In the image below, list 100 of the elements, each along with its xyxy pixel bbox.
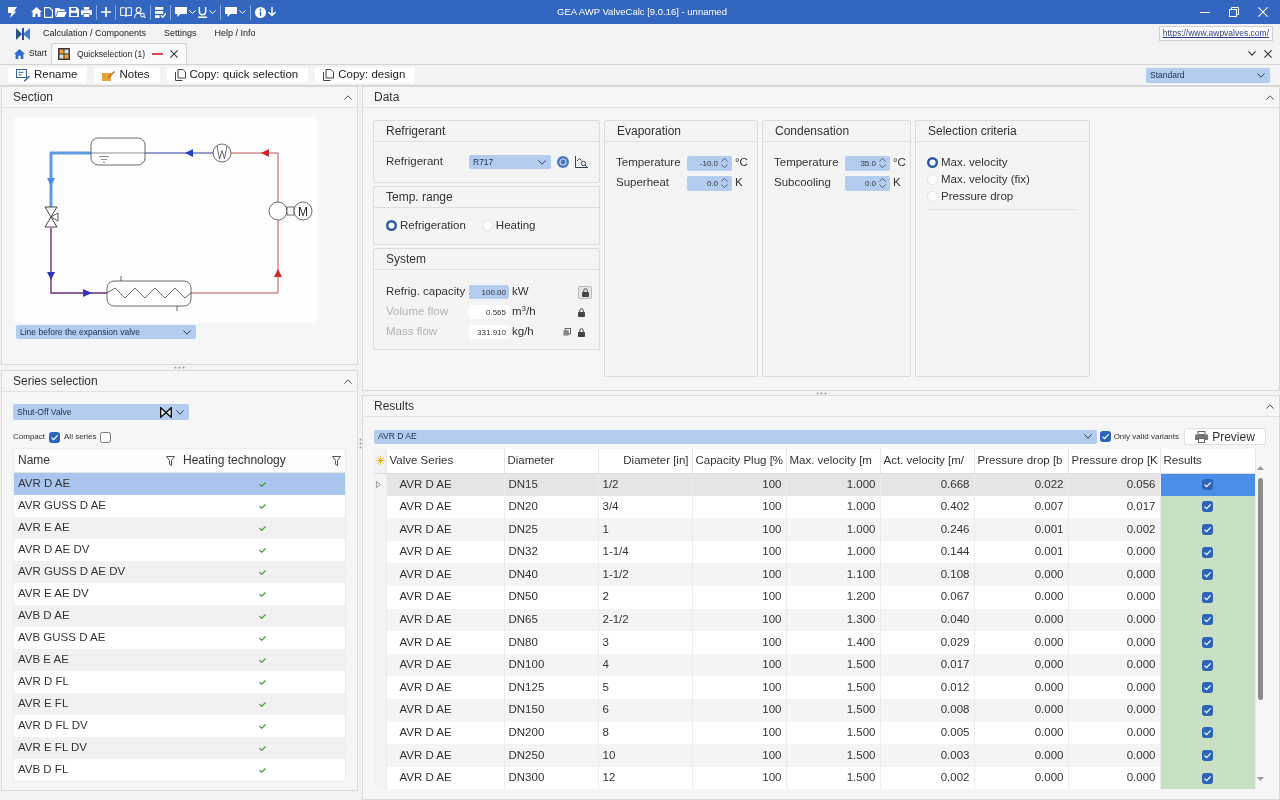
menu-item[interactable]: Calculation / Components: [34, 28, 156, 39]
filter-icon[interactable]: [166, 455, 175, 466]
list-row[interactable]: AVR E FL: [14, 693, 345, 715]
checkbox[interactable]: [1202, 524, 1213, 536]
checkbox[interactable]: [1202, 569, 1213, 581]
scroll-down-icon[interactable]: [1257, 777, 1264, 782]
website-link[interactable]: https://www.awpvalves.com/: [1158, 26, 1273, 41]
checkbox[interactable]: [1202, 546, 1213, 558]
checkbox[interactable]: [100, 431, 112, 443]
restore-icon[interactable]: [1228, 7, 1239, 17]
spinner-arrows-icon[interactable]: [879, 157, 886, 169]
column-header[interactable]: Heating technology: [183, 453, 286, 468]
checkbox[interactable]: [1099, 431, 1111, 442]
home-icon[interactable]: [31, 7, 42, 17]
menu-item[interactable]: Help / Info: [205, 28, 265, 39]
checkbox[interactable]: [1202, 479, 1213, 491]
checkbox[interactable]: [1202, 614, 1213, 626]
list-row[interactable]: AVR E FL DV: [14, 737, 345, 759]
new-document-icon[interactable]: [44, 6, 53, 18]
spinner-arrows-icon[interactable]: [721, 157, 728, 169]
checkbox[interactable]: [1202, 682, 1213, 694]
table-row[interactable]: AVR D AE DN100 4 100 1.500 0.017 0.000 0.000: [374, 653, 1255, 677]
chart-icon[interactable]: [575, 156, 588, 168]
number-field[interactable]: 0.0: [845, 176, 879, 190]
column-header[interactable]: Pressure drop [b: [974, 449, 1068, 473]
splitter-grip-icon[interactable]: [815, 391, 827, 395]
column-header[interactable]: Results: [1160, 449, 1255, 473]
list-row[interactable]: AVR GUSS D AE DV: [14, 561, 345, 583]
checkbox[interactable]: [1202, 637, 1213, 648]
lock-button[interactable]: [578, 285, 592, 299]
collapse-caret-icon[interactable]: [344, 378, 352, 384]
person-search-icon[interactable]: [134, 6, 146, 18]
book-icon[interactable]: [120, 7, 132, 17]
toolbar-button[interactable]: Notes: [94, 67, 160, 83]
column-header[interactable]: Diameter [in]: [598, 449, 692, 473]
message-icon[interactable]: [175, 6, 187, 18]
underline-icon[interactable]: [198, 6, 207, 18]
column-header[interactable]: Capacity Plug [%: [692, 449, 786, 473]
document-tab[interactable]: Quickselection (1): [50, 43, 187, 64]
table-row[interactable]: AVR D AE DN15 1/2 100 1.000 0.668 0.022 0.056: [374, 473, 1255, 496]
scroll-up-icon[interactable]: [1257, 466, 1264, 470]
list-row[interactable]: AVB E AE: [14, 649, 345, 671]
checkbox[interactable]: [1202, 750, 1213, 761]
caret-down-icon[interactable]: [239, 10, 246, 14]
list-row[interactable]: AVR D AE: [14, 473, 345, 495]
radio-button[interactable]: [927, 157, 938, 168]
save-icon[interactable]: [69, 7, 79, 17]
checkbox[interactable]: [1202, 772, 1213, 784]
caret-down-icon[interactable]: [209, 10, 216, 14]
table-row[interactable]: AVR D AE DN40 1-1/2 100 1.100 0.108 0.000 0.000: [374, 563, 1255, 586]
column-header[interactable]: Pressure drop [K: [1068, 449, 1160, 473]
checkbox[interactable]: [1202, 591, 1213, 603]
scrollbar-thumb[interactable]: [1258, 478, 1263, 700]
table-row[interactable]: AVR D AE DN20 3/4 100 1.000 0.402 0.007 0.017: [374, 495, 1255, 519]
table-row[interactable]: AVR D AE DN250 10 100 1.500 0.003 0.000 0.000: [374, 744, 1255, 767]
info-icon[interactable]: [557, 156, 569, 168]
toolbar-button[interactable]: Copy: quick selection: [166, 67, 309, 83]
checkbox[interactable]: [1202, 659, 1213, 671]
table-row[interactable]: AVR D AE DN150 6 100 1.500 0.008 0.000 0.000: [374, 698, 1255, 722]
message-icon[interactable]: [225, 6, 237, 18]
document-list-icon[interactable]: [155, 6, 166, 18]
refrigerant-dropdown[interactable]: R717: [469, 155, 551, 169]
spin-box[interactable]: -10.0: [687, 155, 732, 171]
table-row[interactable]: AVR D AE DN25 1 100 1.000 0.246 0.001 0.002: [374, 518, 1255, 541]
checkbox[interactable]: [1202, 727, 1213, 739]
toolbar-button[interactable]: Copy: design: [315, 67, 416, 83]
column-header[interactable]: Max. velocity [m: [786, 449, 880, 473]
list-row[interactable]: AVR E AE: [14, 517, 345, 539]
minimize-icon[interactable]: [1199, 11, 1210, 13]
plus-icon[interactable]: [101, 7, 111, 17]
number-field[interactable]: 0.0: [687, 176, 721, 190]
document-tab[interactable]: Start: [10, 43, 51, 64]
checkbox[interactable]: [1202, 501, 1213, 513]
spinner-arrows-icon[interactable]: [721, 177, 728, 189]
collapse-caret-icon[interactable]: [1266, 403, 1274, 409]
number-field[interactable]: -10.0: [687, 156, 721, 170]
spin-box[interactable]: 35.0: [845, 155, 890, 171]
number-field[interactable]: 35.0: [845, 156, 879, 170]
menu-item[interactable]: Settings: [155, 28, 206, 39]
close-icon[interactable]: [1264, 49, 1272, 58]
spinner-arrows-icon[interactable]: [879, 177, 886, 189]
table-row[interactable]: AVR D AE DN50 2 100 1.200 0.067 0.000 0.000: [374, 585, 1255, 609]
table-row[interactable]: AVR D AE DN32 1-1/4 100 1.000 0.144 0.001 0.000: [374, 540, 1255, 564]
toolbar-button[interactable]: Rename: [8, 67, 88, 83]
table-row[interactable]: AVR D AE DN300 12 100 1.500 0.002 0.000 0.000: [374, 766, 1255, 790]
number-field[interactable]: 100.00: [469, 285, 509, 299]
app-logo-icon[interactable]: [8, 6, 17, 18]
splitter-grip-icon[interactable]: [358, 437, 362, 449]
spin-box[interactable]: 0.0: [845, 175, 890, 191]
radio-button[interactable]: [386, 220, 397, 232]
column-header[interactable]: Valve Series: [386, 449, 504, 473]
app-logo-icon[interactable]: [16, 27, 30, 40]
collapse-caret-icon[interactable]: [344, 94, 352, 100]
table-row[interactable]: AVR D AE DN65 2-1/2 100 1.300 0.040 0.000 0.000: [374, 608, 1255, 632]
table-row[interactable]: AVR D AE DN125 5 100 1.500 0.012 0.000 0.000: [374, 676, 1255, 699]
chevron-down-icon[interactable]: [1248, 51, 1256, 56]
column-header[interactable]: Name: [18, 453, 50, 468]
valve-type-dropdown[interactable]: Shut-Off Valve: [13, 404, 189, 420]
line-dropdown[interactable]: Line before the expansion valve: [16, 325, 196, 339]
preview-button[interactable]: Preview: [1184, 428, 1266, 445]
